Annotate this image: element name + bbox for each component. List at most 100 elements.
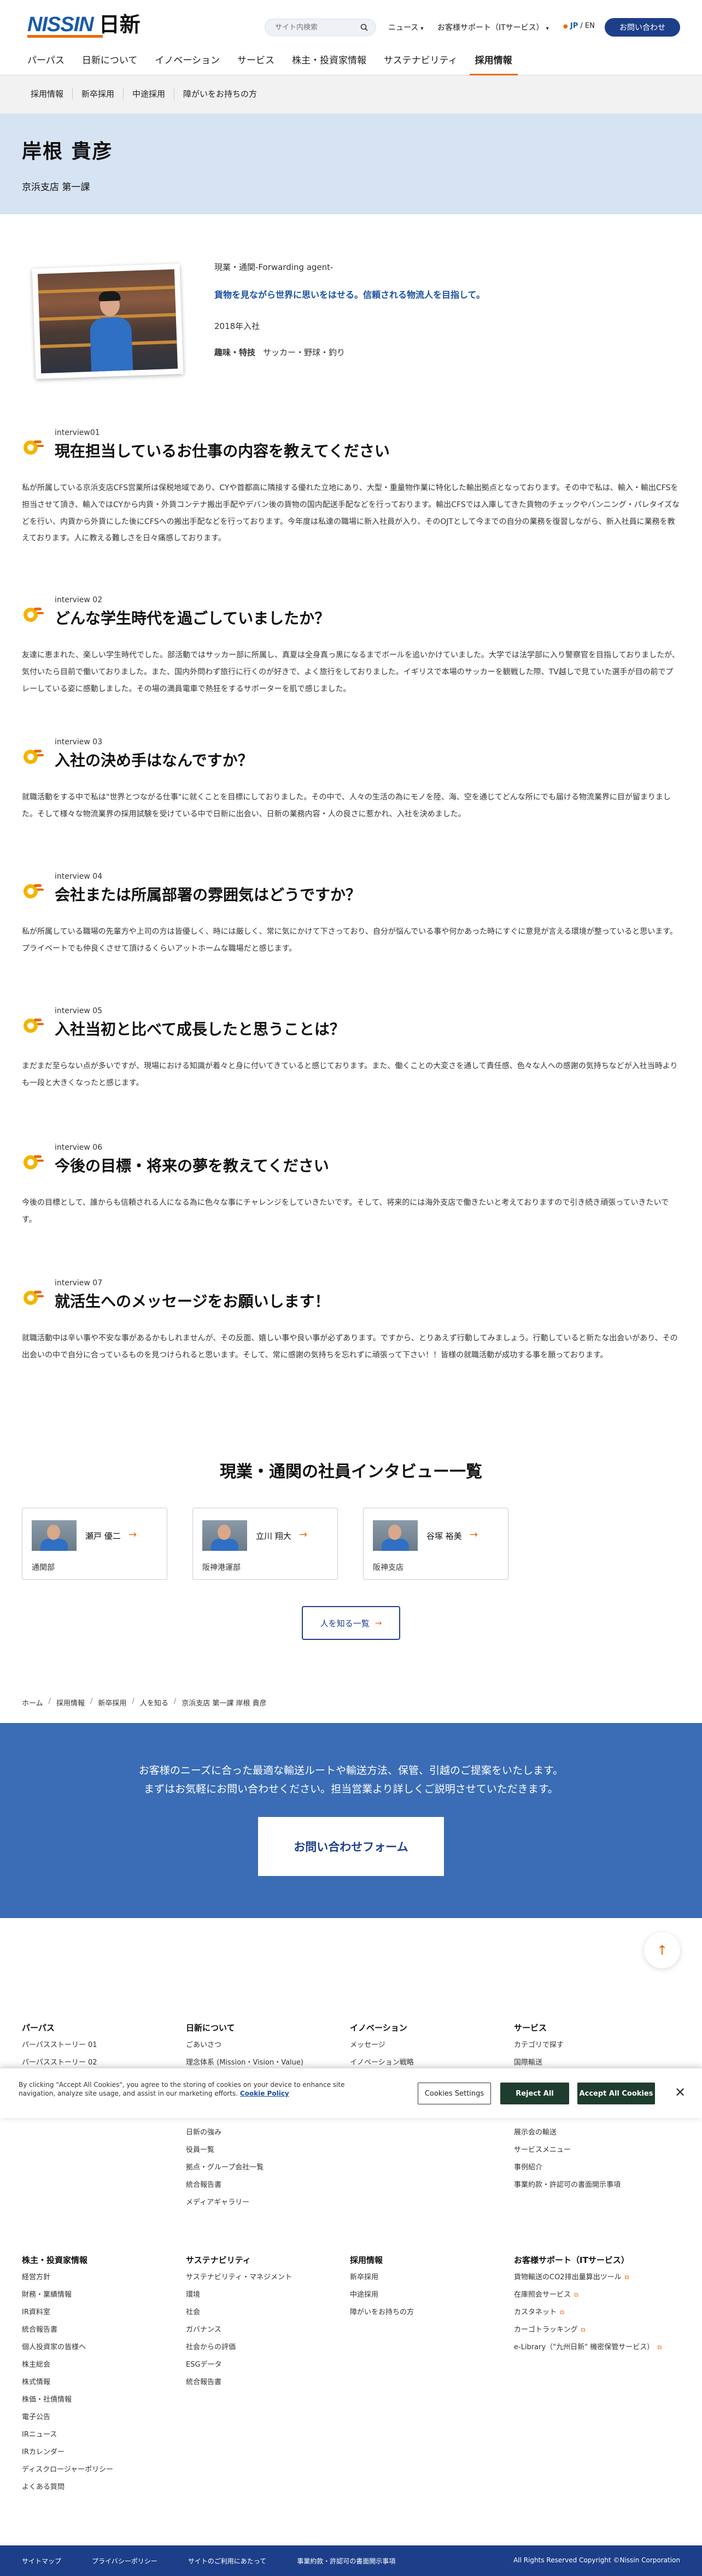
footer-link[interactable]: 障がいをお持ちの方	[350, 2308, 508, 2326]
footer-bottom-bar: サイトマップ プライバシーポリシー サイトのご利用にあたって 事業約款・許認可の…	[0, 2545, 702, 2576]
subnav-recruit[interactable]: 採用情報	[22, 88, 73, 99]
footer-link[interactable]: 経営方針	[22, 2273, 180, 2291]
footer-heading[interactable]: 日新について	[186, 2022, 344, 2033]
footer-link[interactable]: 株価・社債情報	[22, 2396, 180, 2413]
reject-all-button[interactable]: Reject All	[500, 2083, 569, 2104]
footer-link[interactable]: カーゴトラッキング ⧉	[514, 2326, 672, 2343]
staff-thumbnail	[202, 1520, 247, 1551]
footer-link-label: 株価・社債情報	[22, 2396, 72, 2404]
news-menu[interactable]: ニュース ▾	[388, 22, 423, 33]
footer-link[interactable]: IR資料室	[22, 2308, 180, 2326]
footer-link[interactable]: 在庫照会サービス ⧉	[514, 2291, 672, 2308]
contact-button[interactable]: お問い合わせ	[605, 18, 680, 37]
staff-card[interactable]: 瀬戸 優二 → 通関部	[22, 1508, 167, 1580]
footer-link[interactable]: 環境	[186, 2291, 344, 2308]
footer-link[interactable]: 社会	[186, 2308, 344, 2326]
footer-link[interactable]: IRカレンダー	[22, 2448, 180, 2466]
subnav-mid-career[interactable]: 中途採用	[124, 88, 175, 99]
gnav-recruit[interactable]: 採用情報	[469, 52, 518, 75]
gnav-services[interactable]: サービス	[232, 52, 280, 75]
breadcrumb-item[interactable]: 新卒採用	[98, 1697, 126, 1708]
footer-link[interactable]: 拠点・グループ会社一覧	[186, 2163, 344, 2181]
interview-number: interview 07	[55, 1279, 103, 1287]
footer-heading[interactable]: イノベーション	[350, 2022, 508, 2033]
footer-link[interactable]: サステナビリティ・マネジメント	[186, 2273, 344, 2291]
search-icon[interactable]	[360, 23, 368, 33]
footer-link[interactable]: 統合報告書	[22, 2326, 180, 2343]
footer-link[interactable]: カスタネット ⧉	[514, 2308, 672, 2326]
footer-link-sitemap[interactable]: サイトマップ	[22, 2556, 61, 2566]
footer-link[interactable]: 貨物輸送のCO2排出量算出ツール ⧉	[514, 2273, 672, 2291]
footer-heading[interactable]: 株主・投資家情報	[22, 2254, 180, 2266]
contact-form-button[interactable]: お問い合わせフォーム	[258, 1817, 444, 1876]
gnav-innovation[interactable]: イノベーション	[149, 52, 225, 75]
accept-all-button[interactable]: Accept All Cookies	[577, 2083, 655, 2104]
footer-link[interactable]: 日新の強み	[186, 2128, 344, 2146]
breadcrumb-item[interactable]: 人を知る	[140, 1697, 168, 1708]
back-to-top-button[interactable]: ↑	[644, 1932, 680, 1968]
footer-link[interactable]: メディアギャラリー	[186, 2198, 344, 2216]
footer-link-label: 新卒採用	[350, 2273, 379, 2281]
footer-link[interactable]: e-Library（"九州日新" 機密保管サービス） ⧉	[514, 2343, 672, 2361]
footer-link[interactable]: 中途採用	[350, 2291, 508, 2308]
footer-link[interactable]: 展示会の輸送	[514, 2128, 672, 2146]
footer-link[interactable]: 新卒採用	[350, 2273, 508, 2291]
footer-link[interactable]: 財務・業績情報	[22, 2291, 180, 2308]
footer-link[interactable]: 社会からの評価	[186, 2343, 344, 2361]
footer-link[interactable]: 電子公告	[22, 2413, 180, 2431]
breadcrumb-item[interactable]: ホーム	[22, 1697, 43, 1708]
footer-link[interactable]: 株主総会	[22, 2361, 180, 2378]
close-icon[interactable]: ✕	[675, 2085, 686, 2100]
footer-link[interactable]: カテゴリで探す	[514, 2041, 672, 2059]
gnav-ir[interactable]: 株主・投資家情報	[286, 52, 372, 75]
interview-number: interview 02	[55, 596, 103, 604]
gnav-purpose[interactable]: パーパス	[22, 52, 70, 75]
staff-card[interactable]: 谷塚 裕美 → 阪神支店	[363, 1508, 508, 1580]
gnav-about[interactable]: 日新について	[77, 52, 143, 75]
footer-link-label: カスタネット	[514, 2308, 557, 2316]
search-input[interactable]	[265, 19, 353, 36]
footer-link[interactable]: 事例紹介	[514, 2163, 672, 2181]
footer-link[interactable]: 株式情報	[22, 2378, 180, 2396]
footer-link[interactable]: ガバナンス	[186, 2326, 344, 2343]
footer-link[interactable]: サービスメニュー	[514, 2146, 672, 2163]
footer-link[interactable]: 役員一覧	[186, 2146, 344, 2163]
site-logo[interactable]: NISSIN 日新	[27, 13, 141, 36]
footer-link[interactable]: 事業約款・許認可の書面開示事項	[514, 2181, 672, 2198]
footer-link[interactable]: 統合報告書	[186, 2181, 344, 2198]
footer-link[interactable]: メッセージ	[350, 2041, 508, 2059]
interview-answer: 友達に恵まれた、楽しい学生時代でした。部活動ではサッカー部に所属し、真夏は全身真…	[22, 651, 680, 693]
footer-link[interactable]: ごあいさつ	[186, 2041, 344, 2059]
breadcrumb-item[interactable]: 採用情報	[56, 1697, 85, 1708]
footer-heading[interactable]: パーパス	[22, 2022, 180, 2033]
interview-question: 現在担当しているお仕事の内容を教えてください	[55, 442, 390, 460]
footer-link[interactable]: IRニュース	[22, 2431, 180, 2448]
footer-link-privacy[interactable]: プライバシーポリシー	[92, 2556, 157, 2566]
footer-heading[interactable]: 採用情報	[350, 2254, 508, 2266]
footer-link[interactable]: 統合報告書	[186, 2378, 344, 2396]
footer-link-disclosure[interactable]: 事業約款・許認可の書面開示事項	[297, 2556, 395, 2566]
footer-link[interactable]: 個人投資家の皆様へ	[22, 2343, 180, 2361]
footer-link[interactable]: ESGデータ	[186, 2361, 344, 2378]
logo-en: NISSIN	[27, 13, 94, 36]
footer-link-label: よくある質問	[22, 2483, 65, 2491]
footer-link[interactable]: よくある質問	[22, 2483, 180, 2501]
view-all-people-button[interactable]: 人を知る一覧 →	[302, 1606, 400, 1640]
gnav-sustainability[interactable]: サステナビリティ	[378, 52, 463, 75]
cookie-policy-link[interactable]: Cookie Policy	[240, 2090, 289, 2097]
footer-heading[interactable]: サービス	[514, 2022, 672, 2033]
cookie-settings-button[interactable]: Cookies Settings	[418, 2083, 491, 2104]
support-menu[interactable]: お客様サポート（ITサービス） ▾	[437, 22, 549, 33]
subnav-disability[interactable]: 障がいをお持ちの方	[174, 88, 266, 99]
lang-jp[interactable]: JP	[570, 22, 578, 30]
footer-link-label: 電子公告	[22, 2413, 51, 2421]
footer-heading[interactable]: お客様サポート（ITサービス）	[514, 2254, 672, 2266]
lang-en[interactable]: EN	[585, 22, 595, 30]
footer-heading[interactable]: サステナビリティ	[186, 2254, 344, 2266]
footer-link[interactable]: ディスクロージャーポリシー	[22, 2466, 180, 2483]
footer-link-terms[interactable]: サイトのご利用にあたって	[188, 2556, 266, 2566]
staff-card[interactable]: 立川 翔大 → 阪神港運部	[192, 1508, 338, 1580]
hobby-label: 趣味・特技	[214, 348, 256, 357]
footer-link[interactable]: パーパスストーリー 01	[22, 2041, 180, 2059]
subnav-new-graduate[interactable]: 新卒採用	[73, 88, 124, 99]
